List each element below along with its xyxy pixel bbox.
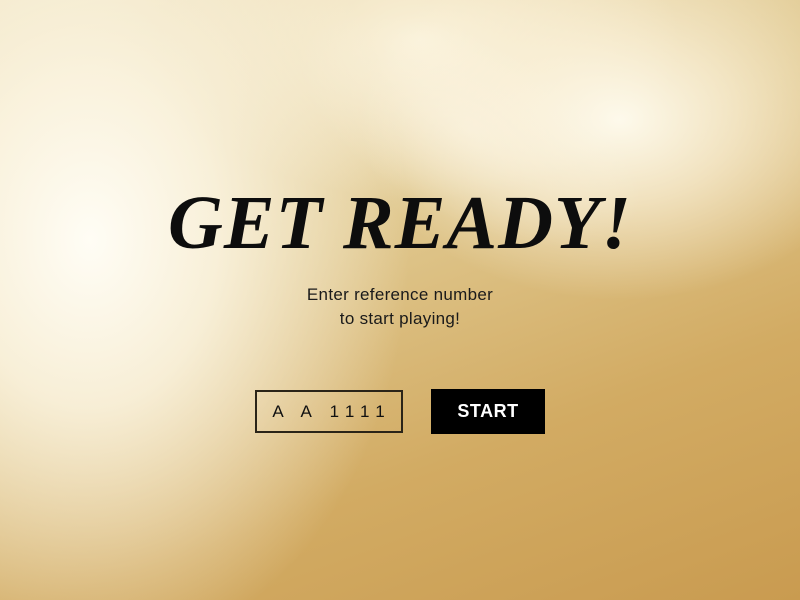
start-button[interactable]: START [431, 389, 545, 434]
reference-number-input[interactable] [255, 390, 403, 433]
instructions-line-2: to start playing! [339, 309, 461, 328]
instructions-text: Enter reference number to start playing! [0, 283, 800, 331]
instructions-line-1: Enter reference number [306, 285, 494, 304]
page-title: GET READY! [168, 181, 632, 265]
